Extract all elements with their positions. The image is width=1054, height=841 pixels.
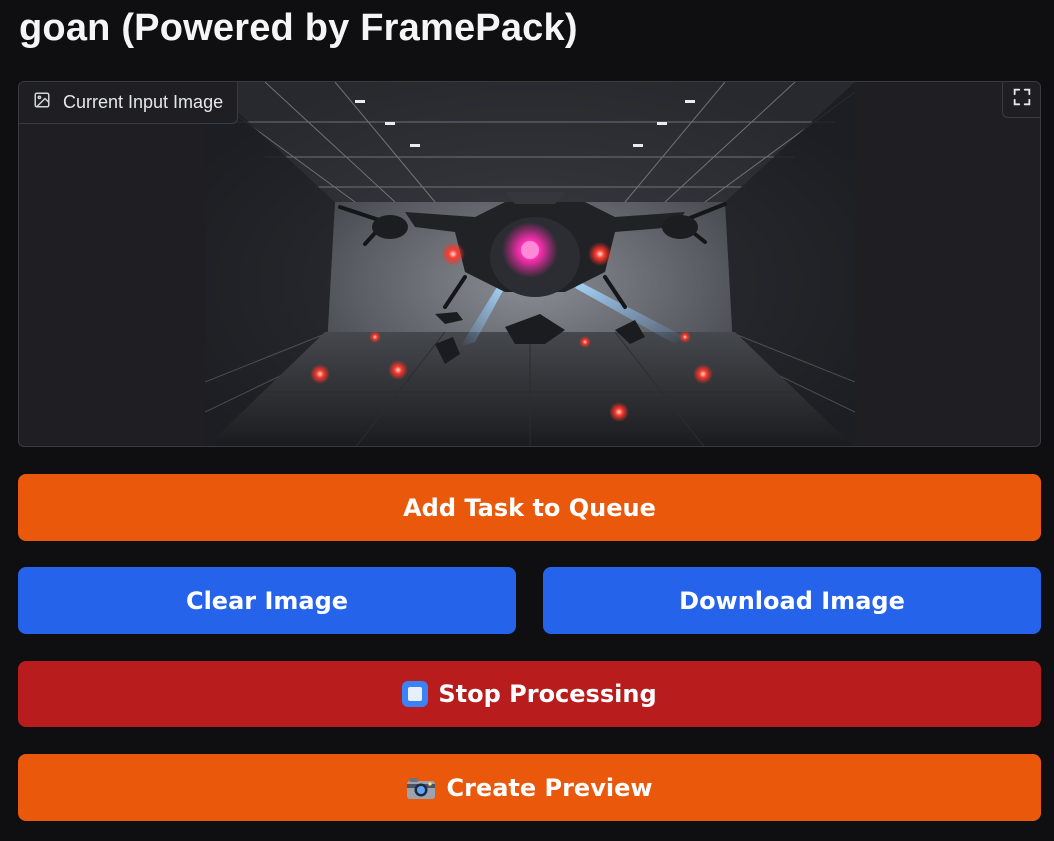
fullscreen-icon bbox=[1011, 86, 1033, 113]
input-image-label-text: Current Input Image bbox=[63, 92, 224, 112]
clear-image-button[interactable]: Clear Image bbox=[18, 567, 516, 634]
app-page: goan (Powered by FramePack) Current Inpu… bbox=[0, 0, 1054, 841]
fullscreen-button[interactable] bbox=[1002, 82, 1040, 118]
image-icon bbox=[33, 91, 51, 114]
camera-icon bbox=[406, 776, 436, 800]
download-image-button[interactable]: Download Image bbox=[543, 567, 1041, 634]
stop-processing-button[interactable]: Stop Processing bbox=[18, 661, 1041, 727]
input-image bbox=[205, 82, 855, 446]
stop-processing-label: Stop Processing bbox=[438, 680, 657, 708]
create-preview-label: Create Preview bbox=[446, 773, 653, 802]
stop-button-icon bbox=[402, 681, 429, 707]
clear-image-label: Clear Image bbox=[185, 586, 349, 615]
input-image-label: Current Input Image bbox=[19, 82, 239, 124]
page-title: goan (Powered by FramePack) bbox=[19, 7, 578, 49]
input-image-panel[interactable]: Current Input Image bbox=[18, 81, 1041, 447]
download-image-label: Download Image bbox=[679, 586, 905, 615]
add-task-label: Add Task to Queue bbox=[403, 493, 656, 522]
add-task-button[interactable]: Add Task to Queue bbox=[18, 474, 1041, 541]
create-preview-button[interactable]: Create Preview bbox=[18, 754, 1041, 821]
